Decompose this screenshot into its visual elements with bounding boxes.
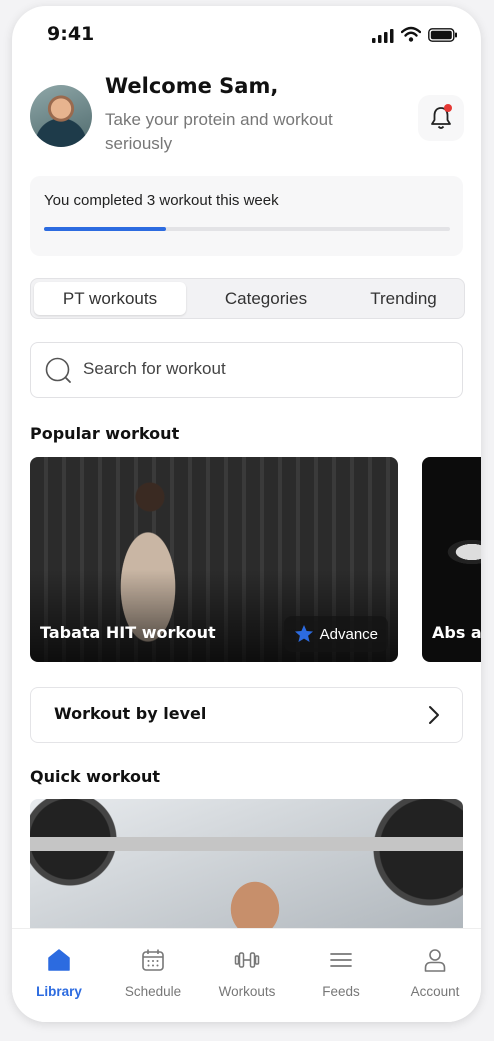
home-icon — [48, 949, 70, 971]
star-icon — [294, 625, 313, 642]
wifi-icon — [401, 26, 421, 42]
workout-by-level-label: Workout by level — [54, 704, 207, 723]
user-icon — [424, 949, 446, 972]
tab-trending[interactable]: Trending — [346, 282, 461, 315]
search-input[interactable]: Search for workout — [30, 342, 463, 398]
progress-text: You completed 3 workout this week — [44, 192, 279, 209]
nav-label: Feeds — [322, 984, 360, 999]
workout-card-title: Tabata HIT workout — [40, 623, 216, 642]
nav-label: Schedule — [124, 984, 182, 999]
phone-screen: 9:41 Welcome Sam, Take your protein and … — [12, 6, 481, 1022]
nav-label: Library — [36, 984, 82, 999]
status-bar: 9:41 — [12, 6, 481, 60]
welcome-subtitle: Take your protein and workout seriously — [105, 110, 333, 153]
tab-pt-workouts[interactable]: PT workouts — [34, 282, 186, 315]
workout-card-tabata[interactable]: Tabata HIT workout Advance — [30, 457, 398, 662]
bottom-nav: Library Schedule Workouts Feeds Account — [12, 928, 481, 1022]
workout-by-level-row[interactable]: Workout by level — [30, 687, 463, 743]
nav-label: Account — [410, 984, 460, 999]
notification-button[interactable] — [418, 95, 464, 141]
status-time: 9:41 — [47, 23, 95, 45]
feed-icon — [330, 953, 352, 967]
notification-dot — [444, 104, 452, 112]
chevron-right-icon — [429, 706, 439, 724]
workout-card-title: Abs a — [432, 623, 481, 642]
nav-label: Workouts — [218, 984, 276, 999]
signal-icon — [372, 29, 394, 43]
workout-tabs: PT workouts Categories Trending — [30, 278, 465, 319]
level-badge-label: Advance — [319, 625, 378, 643]
welcome-heading: Welcome Sam, — [105, 74, 279, 98]
search-placeholder: Search for workout — [83, 359, 226, 378]
level-badge: Advance — [283, 616, 388, 652]
avatar[interactable] — [30, 85, 92, 147]
tab-categories[interactable]: Categories — [191, 282, 341, 315]
battery-icon — [428, 28, 457, 42]
search-icon — [45, 357, 71, 383]
progress-fill — [44, 227, 166, 231]
quick-workout-title: Quick workout — [30, 767, 161, 786]
workout-card-abs[interactable]: Abs a — [422, 457, 481, 662]
progress-track — [44, 227, 450, 231]
dumbbell-icon — [234, 952, 260, 968]
weekly-progress-card: You completed 3 workout this week — [30, 176, 463, 256]
calendar-icon — [142, 949, 164, 971]
popular-workout-title: Popular workout — [30, 424, 180, 443]
